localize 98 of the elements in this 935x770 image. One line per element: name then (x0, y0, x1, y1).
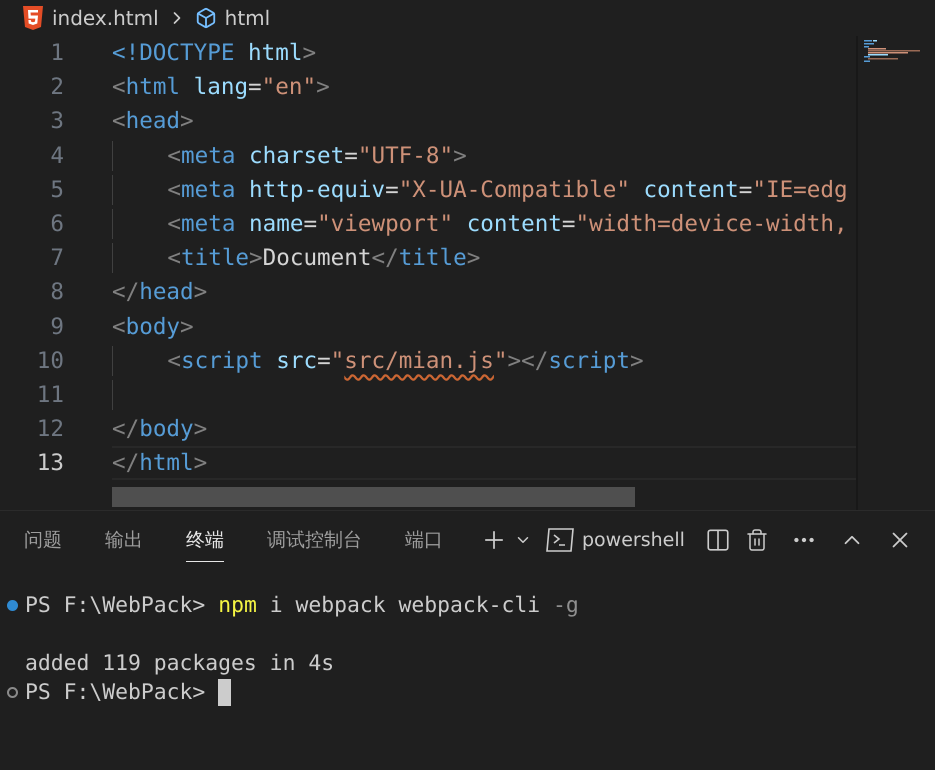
code-token: html (139, 450, 194, 476)
code-token: = (344, 142, 358, 169)
line-number: 10 (36, 348, 64, 374)
code-token: = (317, 348, 331, 374)
code-token: src/mian.js (344, 348, 494, 374)
terminal-text: added 119 packages in 4s (25, 651, 334, 676)
panel-tab[interactable]: 调试控制台 (267, 518, 362, 562)
horizontal-scrollbar[interactable] (112, 487, 635, 508)
code-token: http-equiv (248, 176, 386, 203)
code-token: " (330, 348, 344, 374)
line-number: 8 (49, 279, 64, 306)
code-token: " (494, 348, 508, 374)
code-token: content (642, 176, 739, 203)
line-number: 7 (49, 245, 64, 272)
line-number: 1 (49, 40, 64, 66)
code-token: meta (181, 211, 236, 238)
code-token: = (385, 176, 399, 203)
panel-tab[interactable]: 输出 (105, 518, 143, 562)
code-token: "width=device-width, (576, 211, 848, 238)
code-token: "UTF-8" (358, 142, 454, 169)
panel-tab[interactable]: 终端 (186, 518, 224, 562)
code-token: charset (248, 142, 344, 169)
code-token: > (453, 142, 467, 169)
code-token: script (181, 348, 263, 374)
line-number: 2 (49, 74, 64, 100)
split-icon[interactable] (704, 527, 731, 553)
code-token: html (247, 40, 302, 66)
shell-selector[interactable]: powershell (546, 527, 685, 553)
code-token: ></ (508, 348, 548, 374)
code-token: < (112, 314, 126, 340)
code-token: > (180, 314, 194, 340)
code-token: title (181, 245, 250, 272)
code-token: = (303, 211, 318, 238)
code-token: script (548, 348, 630, 374)
code-token: < (167, 142, 182, 169)
code-token: <!DOCTYPE (112, 40, 234, 66)
code-token: > (194, 416, 208, 442)
terminal-text: PS F:\WebPack> (25, 680, 206, 705)
code-token: </ (112, 279, 140, 306)
code-token: "en" (262, 74, 316, 100)
code-token: > (249, 245, 263, 272)
code-token: meta (181, 142, 236, 169)
code-token: "X-UA-Compatible" (398, 176, 630, 203)
terminal-text: PS F:\WebPack> (25, 593, 206, 618)
code-token: > (466, 245, 480, 272)
code-token: < (167, 245, 182, 272)
code-token: src (275, 348, 318, 374)
code-token: body (139, 416, 194, 442)
code-token: head (139, 279, 194, 306)
panel-tab[interactable]: 端口 (405, 518, 443, 562)
code-token: name (248, 211, 304, 238)
code-token: = (738, 176, 752, 203)
line-number: 4 (49, 142, 64, 169)
code-token: head (126, 108, 180, 134)
breadcrumb-file[interactable]: index.html (52, 6, 159, 30)
code-token: > (630, 348, 644, 374)
code-token: < (167, 211, 182, 238)
code-token: title (398, 245, 467, 272)
panel-tab[interactable]: 问题 (24, 518, 62, 562)
code-token: meta (181, 176, 236, 203)
code-token: content (466, 211, 562, 238)
code-token: < (112, 74, 126, 100)
line-number: 11 (36, 382, 64, 408)
command-status-icon[interactable] (7, 687, 18, 698)
code-token: body (126, 314, 180, 340)
code-token: < (167, 348, 182, 374)
line-number: 3 (49, 108, 64, 134)
cube-icon (194, 7, 217, 29)
breadcrumb-symbol[interactable]: html (224, 6, 270, 30)
code-token: = (562, 211, 576, 238)
line-number: 5 (49, 176, 64, 203)
code-token: </ (371, 245, 399, 272)
line-number: 9 (49, 314, 64, 340)
code-token: "viewport" (317, 211, 454, 238)
command-status-icon[interactable] (7, 600, 18, 611)
code-token: lang (192, 74, 248, 100)
code-token: Document (262, 245, 372, 272)
code-token: > (194, 450, 208, 476)
terminal-text: -g (553, 593, 579, 618)
terminal-text: i webpack webpack-cli (268, 593, 542, 618)
code-token: > (302, 40, 316, 66)
trash-icon[interactable] (744, 528, 769, 552)
code-token: > (180, 108, 194, 134)
code-token: "IE=edg (752, 176, 848, 203)
code-token: </ (112, 450, 140, 476)
line-number: 13 (36, 450, 64, 476)
code-token: </ (112, 416, 140, 442)
line-number: 12 (36, 416, 64, 442)
terminal-text: npm (218, 593, 257, 618)
line-number: 6 (49, 211, 64, 238)
code-token: html (126, 74, 180, 100)
code-token: < (112, 108, 126, 134)
code-token: > (194, 279, 208, 306)
code-token: < (167, 176, 182, 203)
terminal-icon (546, 527, 574, 553)
code-token: > (316, 74, 330, 100)
html5-file-icon (22, 5, 44, 31)
code-token: = (248, 74, 262, 100)
